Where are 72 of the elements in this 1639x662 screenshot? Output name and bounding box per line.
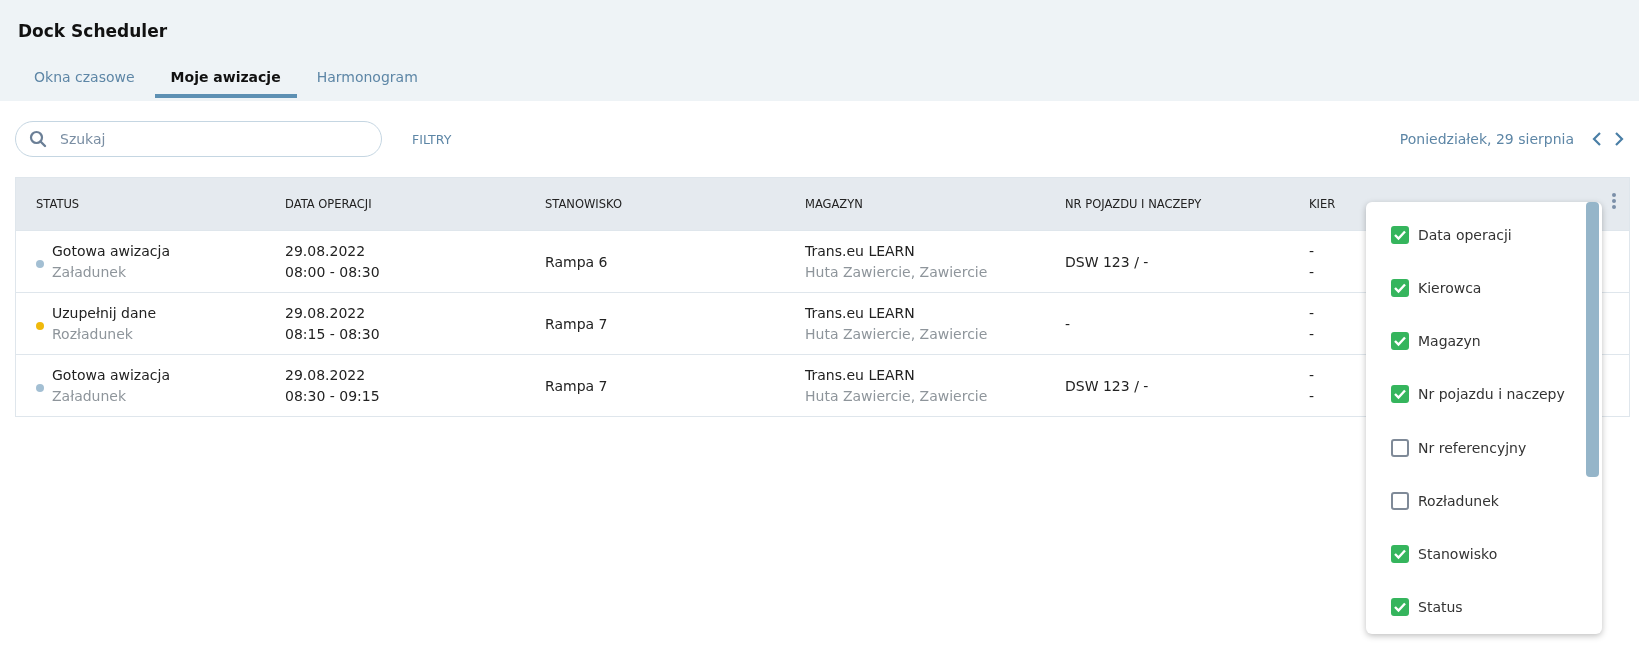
more-options-icon[interactable] [1611,192,1617,210]
status-text: Gotowa awizacja [52,241,170,261]
checkbox[interactable] [1391,332,1409,351]
column-option[interactable]: Status [1391,580,1586,634]
option-label: Nr pojazdu i naczepy [1418,386,1565,403]
warehouse-name: Trans.eu LEARN [805,365,915,385]
operation-date: 29.08.2022 [285,303,366,323]
checkbox[interactable] [1391,545,1409,564]
vehicle-cell: - [1065,315,1071,332]
option-label: Nr referencyjny [1418,439,1527,456]
operation-date: 29.08.2022 [285,241,366,261]
warehouse-name: Trans.eu LEARN [805,241,915,261]
operation-type: Rozładunek [52,324,133,344]
column-option[interactable]: Nr referencyjny [1391,421,1586,475]
chevron-right-icon [1614,131,1624,147]
option-label: Magazyn [1418,333,1481,350]
search-icon [29,130,47,148]
checkbox[interactable] [1391,491,1409,510]
search-field[interactable]: Szukaj [15,121,382,157]
column-header: KIER [1309,197,1336,211]
warehouse-location: Huta Zawiercie, Zawiercie [805,386,988,406]
checkbox[interactable] [1391,278,1409,297]
column-option[interactable]: Nr pojazdu i naczepy [1391,367,1586,421]
warehouse-name: Trans.eu LEARN [805,303,915,323]
station-cell: Rampa 6 [545,253,608,270]
station-cell: Rampa 7 [545,377,608,394]
status-text: Uzupełnij dane [52,303,156,323]
option-label: Stanowisko [1418,546,1498,563]
tab[interactable]: Harmonogram [300,69,434,98]
column-header: STATUS [36,197,80,211]
checkbox[interactable] [1391,598,1409,617]
column-option[interactable]: Data operacji [1391,208,1586,262]
filters-button[interactable]: FILTRY [406,130,458,148]
app-title: Dock Scheduler [18,21,169,41]
column-header: MAGAZYN [805,197,863,211]
status-text: Gotowa awizacja [52,365,170,385]
vehicle-cell: DSW 123 / - [1065,253,1149,270]
column-header: NR POJAZDU I NACZEPY [1065,197,1202,211]
current-date: Poniedziałek, 29 sierpnia [1399,131,1574,147]
driver-cell-text: - [1309,386,1315,406]
station-cell: Rampa 7 [545,315,608,332]
time-range: 08:15 - 08:30 [285,324,380,344]
column-header: STANOWISKO [545,197,622,211]
warehouse-location: Huta Zawiercie, Zawiercie [805,324,988,344]
chevron-left-icon [1592,131,1602,147]
tab[interactable]: Okna czasowe [18,69,151,98]
scrollbar[interactable] [1586,202,1599,477]
tab[interactable]: Moje awizacje [154,69,297,98]
checkbox[interactable] [1391,438,1409,457]
column-option[interactable]: Stanowisko [1391,527,1586,581]
column-header: DATA OPERACJI [285,197,372,211]
time-range: 08:30 - 09:15 [285,386,380,406]
option-label: Status [1418,599,1463,616]
time-range: 08:00 - 08:30 [285,262,380,282]
warehouse-location: Huta Zawiercie, Zawiercie [805,262,988,282]
column-option[interactable]: Kierowca [1391,261,1586,315]
operation-type: Załadunek [52,262,127,282]
driver-cell-text: - [1309,365,1315,385]
option-label: Kierowca [1418,279,1482,296]
column-option[interactable]: Magazyn [1391,314,1586,368]
option-label: Rozładunek [1418,492,1499,509]
operation-date: 29.08.2022 [285,365,366,385]
driver-cell-text: - [1309,324,1315,344]
operation-type: Załadunek [52,386,127,406]
checkbox[interactable] [1391,385,1409,404]
option-label: Data operacji [1418,226,1512,243]
driver-cell-text: - [1309,303,1315,323]
column-option[interactable]: Rozładunek [1391,474,1586,528]
checkbox[interactable] [1391,225,1409,244]
driver-cell-text: - [1309,262,1315,282]
driver-cell-text: - [1309,241,1315,261]
vehicle-cell: DSW 123 / - [1065,377,1149,394]
